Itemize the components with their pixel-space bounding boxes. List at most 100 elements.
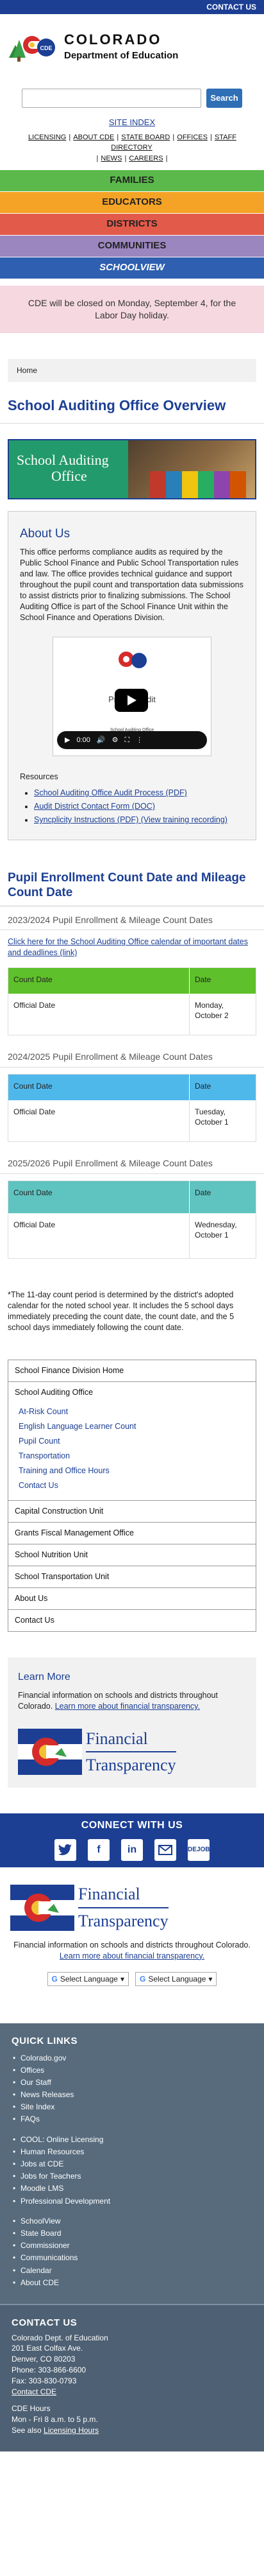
table-row: Official Date Tuesday, October 1 <box>8 1100 256 1142</box>
quick-link[interactable]: COOL: Online Licensing <box>12 2133 252 2145</box>
hours-title: CDE Hours <box>12 2404 51 2414</box>
nav-subitem[interactable]: At-Risk Count <box>15 1405 249 1419</box>
financial-transparency-logo[interactable]: Financial Transparency <box>18 1729 246 1776</box>
volume-icon[interactable]: 🔊 <box>97 736 106 745</box>
play-icon[interactable]: ▶ <box>65 736 70 745</box>
contact-title: CONTACT US <box>12 2317 78 2329</box>
nav-item[interactable]: Capital Construction Unit <box>8 1501 256 1523</box>
utility-link-news[interactable]: NEWS <box>101 155 122 162</box>
utility-link-licensing[interactable]: LICENSING <box>28 134 66 141</box>
site-index-link[interactable]: SITE INDEX <box>109 117 155 127</box>
more-icon[interactable]: ⋮ <box>136 736 143 745</box>
email-icon[interactable] <box>154 1839 176 1862</box>
quick-link[interactable]: Jobs for Teachers <box>12 2170 252 2183</box>
site-header: CDE COLORADO Department of Education <box>0 14 264 73</box>
quick-link[interactable]: Site Index <box>12 2101 252 2113</box>
quick-link[interactable]: Calendar <box>12 2264 252 2276</box>
settings-icon[interactable]: ⚙ <box>112 736 119 745</box>
contact-line: Phone: 303-866-6600 <box>12 2365 87 2375</box>
quick-link[interactable]: State Board <box>12 2227 252 2239</box>
quick-link[interactable]: News Releases <box>12 2089 252 2101</box>
nav-item[interactable]: About Us <box>8 1588 256 1610</box>
contact-line: 201 East Colfax Ave. <box>12 2344 83 2353</box>
nav-subitem[interactable]: Contact Us <box>15 1478 249 1493</box>
table-row: Official Date Monday, October 2 <box>8 994 256 1035</box>
ft-body: Financial information on schools and dis… <box>13 1940 251 1960</box>
quick-link[interactable]: Moodle LMS <box>12 2183 252 2195</box>
quick-link[interactable]: Commissioner <box>12 2240 252 2252</box>
video-player[interactable]: Pre udit School Auditing Office ▶ 0:00 🔊… <box>53 637 211 757</box>
nav-item-auditing-office[interactable]: School Auditing Office <box>15 1387 249 1405</box>
social-icons: f in CDE JOBS <box>0 1839 264 1862</box>
cde-logo[interactable]: CDE <box>8 28 59 64</box>
nav-subitem[interactable]: Transportation <box>15 1449 249 1464</box>
quick-link[interactable]: About CDE <box>12 2276 252 2288</box>
learn-more-title: Learn More <box>18 1671 70 1682</box>
search-button[interactable]: Search <box>206 89 242 108</box>
nav-communities[interactable]: COMMUNITIES <box>0 236 264 258</box>
nav-families[interactable]: FAMILIES <box>0 170 264 193</box>
nav-schoolview[interactable]: SCHOOLVIEW <box>0 257 264 280</box>
learn-more-link[interactable]: Learn more about financial transparency. <box>55 1702 200 1711</box>
quick-link[interactable]: Human Resources <box>12 2145 252 2157</box>
nav-item[interactable]: School Transportation Unit <box>8 1566 256 1588</box>
cde-logo-icon <box>119 652 147 669</box>
nav-item[interactable]: Grants Fiscal Management Office <box>8 1523 256 1545</box>
language-selectors: G Select Language ▾ G Select Language ▾ <box>10 1971 254 1986</box>
contact-us-link[interactable]: CONTACT US <box>206 2 256 12</box>
contact-cde-link[interactable]: Contact CDE <box>12 2387 56 2396</box>
contact-line: Denver, CO 80203 <box>12 2355 76 2364</box>
count-date-table: Count Date Date Official Date Tuesday, O… <box>8 1074 256 1143</box>
utility-link-offices[interactable]: OFFICES <box>177 134 208 141</box>
utility-link-about-cde[interactable]: ABOUT CDE <box>73 134 114 141</box>
language-select[interactable]: G Select Language ▾ <box>47 1971 129 1986</box>
fullscreen-icon[interactable]: ⛶ <box>124 736 129 745</box>
play-button[interactable] <box>115 689 148 713</box>
facebook-icon[interactable]: f <box>88 1839 110 1862</box>
quick-link[interactable]: Communications <box>12 2252 252 2264</box>
connect-title: CONNECT WITH US <box>81 1820 183 1831</box>
nav-item[interactable]: Contact Us <box>8 1610 256 1631</box>
quick-link[interactable]: SchoolView <box>12 2215 252 2227</box>
quick-link[interactable]: Offices <box>12 2064 252 2076</box>
resource-item: Audit District Contact Form (DOC) <box>34 801 244 812</box>
nav-subitem[interactable]: Pupil Count <box>15 1434 249 1449</box>
table-heading: 2024/2025 Pupil Enrollment & Mileage Cou… <box>0 1043 264 1068</box>
nav-subitem[interactable]: Training and Office Hours <box>15 1464 249 1478</box>
quick-links: QUICK LINKS Colorado.gov Offices Our Sta… <box>0 2023 264 2304</box>
licensing-hours-link[interactable]: Licensing Hours <box>44 2426 99 2435</box>
resources: Resources School Auditing Office Audit P… <box>20 772 244 826</box>
financial-transparency-logo[interactable]: Financial Transparency <box>10 1884 254 1931</box>
table-heading: 2023/2024 Pupil Enrollment & Mileage Cou… <box>0 906 264 931</box>
calendar-link[interactable]: Click here for the School Auditing Offic… <box>8 937 248 957</box>
chevron-down-icon: ▾ <box>208 1974 213 1984</box>
see-also: See also Licensing Hours <box>12 2426 99 2435</box>
page-title: School Auditing Office Overview <box>0 382 264 424</box>
nav-educators[interactable]: EDUCATORS <box>0 192 264 214</box>
quick-link[interactable]: Colorado.gov <box>12 2052 252 2064</box>
linkedin-icon[interactable]: in <box>121 1839 143 1862</box>
quick-link[interactable]: Jobs at CDE <box>12 2158 252 2170</box>
quick-link[interactable]: Our Staff <box>12 2076 252 2088</box>
ft-link[interactable]: Learn more about financial transparency. <box>60 1951 204 1960</box>
nav-item[interactable]: School Nutrition Unit <box>8 1544 256 1567</box>
table-header: Count Date Date <box>8 968 256 994</box>
colorado-flag-icon <box>18 1729 82 1776</box>
contact-line: Colorado Dept. of Education <box>12 2333 108 2342</box>
contact-line: Fax: 303-830-0793 <box>12 2376 77 2385</box>
utility-link-careers[interactable]: CAREERS <box>129 155 163 162</box>
quick-link[interactable]: Professional Development <box>12 2195 252 2207</box>
nav-districts[interactable]: DISTRICTS <box>0 214 264 236</box>
twitter-icon[interactable] <box>54 1839 76 1862</box>
table-header: Count Date Date <box>8 1180 256 1213</box>
learn-more-body: Financial information on schools and dis… <box>18 1691 218 1711</box>
cde-jobs-icon[interactable]: CDE JOBS <box>183 1839 214 1862</box>
count-date-table: Count Date Date Official Date Monday, Oc… <box>8 967 256 1036</box>
breadcrumb-home[interactable]: Home <box>17 366 37 375</box>
nav-subitem[interactable]: English Language Learner Count <box>15 1419 249 1434</box>
search-input[interactable] <box>22 89 201 108</box>
utility-link-state-board[interactable]: STATE BOARD <box>121 134 170 141</box>
nav-item-finance-home[interactable]: School Finance Division Home <box>8 1360 256 1383</box>
language-select[interactable]: G Select Language ▾ <box>135 1971 217 1986</box>
quick-link[interactable]: FAQs <box>12 2113 252 2125</box>
